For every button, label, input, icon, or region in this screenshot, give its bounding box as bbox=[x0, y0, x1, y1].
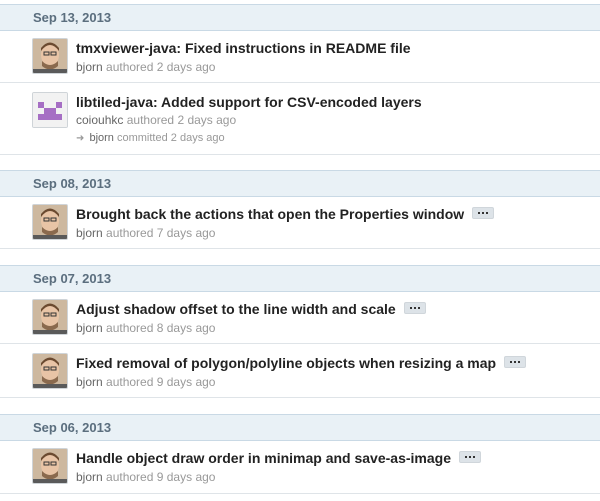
date-label: Sep 13, 2013 bbox=[33, 10, 112, 25]
author-link[interactable]: bjorn bbox=[76, 375, 103, 389]
commit-row: Fixed removal of polygon/polyline object… bbox=[0, 344, 600, 398]
avatar[interactable] bbox=[32, 92, 68, 128]
commit-row: Brought back the actions that open the P… bbox=[0, 197, 600, 249]
time-label: 9 days ago bbox=[156, 375, 216, 389]
author-link[interactable]: bjorn bbox=[76, 60, 103, 74]
time-label: 2 days ago bbox=[156, 60, 216, 74]
commit-meta: bjorn authored 8 days ago bbox=[76, 321, 215, 335]
time-label: 2 days ago bbox=[177, 113, 237, 127]
commit-meta: bjorn authored 7 days ago bbox=[76, 226, 215, 240]
commit-message-link[interactable]: libtiled-java: Added support for CSV-enc… bbox=[76, 94, 422, 110]
time-label: 7 days ago bbox=[156, 226, 216, 240]
commit-meta: bjorn authored 9 days ago bbox=[76, 470, 215, 484]
action-label: authored bbox=[126, 113, 175, 127]
action-label: authored bbox=[106, 375, 154, 389]
time-label: 8 days ago bbox=[156, 321, 216, 335]
commit-message-link[interactable]: Adjust shadow offset to the line width a… bbox=[76, 301, 426, 317]
commit-meta: coiouhkc authored 2 days ago bbox=[76, 113, 236, 127]
action-label: authored bbox=[106, 321, 154, 335]
ellipsis-icon[interactable] bbox=[504, 356, 527, 369]
author-link[interactable]: bjorn bbox=[76, 226, 103, 240]
action-label: authored bbox=[106, 226, 154, 240]
ellipsis-icon[interactable] bbox=[403, 302, 426, 315]
date-header: Sep 13, 2013 bbox=[0, 4, 600, 31]
commit-meta: bjorn authored 9 days ago bbox=[76, 375, 215, 389]
time-label: 9 days ago bbox=[156, 470, 216, 484]
date-header: Sep 08, 2013 bbox=[0, 170, 600, 197]
date-header: Sep 06, 2013 bbox=[0, 414, 600, 441]
ellipsis-icon[interactable] bbox=[459, 451, 481, 464]
arrow-right-icon: ➜ bbox=[76, 133, 85, 144]
action-label: authored bbox=[106, 470, 154, 484]
avatar[interactable] bbox=[32, 299, 68, 335]
committer-action-label: committed bbox=[116, 132, 168, 144]
committer-meta: ➜ bjorn committed 2 days ago bbox=[76, 132, 225, 144]
commit-row: libtiled-java: Added support for CSV-enc… bbox=[0, 83, 600, 155]
commit-message-link[interactable]: Fixed removal of polygon/polyline object… bbox=[76, 355, 527, 371]
ellipsis-icon[interactable] bbox=[472, 207, 495, 220]
date-label: Sep 07, 2013 bbox=[33, 271, 112, 286]
date-label: Sep 08, 2013 bbox=[33, 176, 112, 191]
author-link[interactable]: bjorn bbox=[76, 321, 103, 335]
committer-time-label: 2 days ago bbox=[170, 132, 225, 144]
author-link[interactable]: coiouhkc bbox=[76, 113, 123, 127]
avatar[interactable] bbox=[32, 204, 68, 240]
commit-row: Handle object draw order in minimap and … bbox=[0, 441, 600, 494]
date-header: Sep 07, 2013 bbox=[0, 265, 600, 292]
committer-link[interactable]: bjorn bbox=[89, 132, 113, 144]
avatar[interactable] bbox=[32, 38, 68, 74]
avatar[interactable] bbox=[32, 353, 68, 389]
commit-message-link[interactable]: Brought back the actions that open the P… bbox=[76, 206, 495, 222]
commit-meta: bjorn authored 2 days ago bbox=[76, 60, 215, 74]
commit-message-link[interactable]: tmxviewer-java: Fixed instructions in RE… bbox=[76, 40, 411, 56]
author-link[interactable]: bjorn bbox=[76, 470, 103, 484]
commit-row: tmxviewer-java: Fixed instructions in RE… bbox=[0, 31, 600, 83]
commit-row: Adjust shadow offset to the line width a… bbox=[0, 292, 600, 344]
action-label: authored bbox=[106, 60, 154, 74]
commit-message-link[interactable]: Handle object draw order in minimap and … bbox=[76, 450, 481, 466]
date-label: Sep 06, 2013 bbox=[33, 420, 112, 435]
avatar[interactable] bbox=[32, 448, 68, 484]
